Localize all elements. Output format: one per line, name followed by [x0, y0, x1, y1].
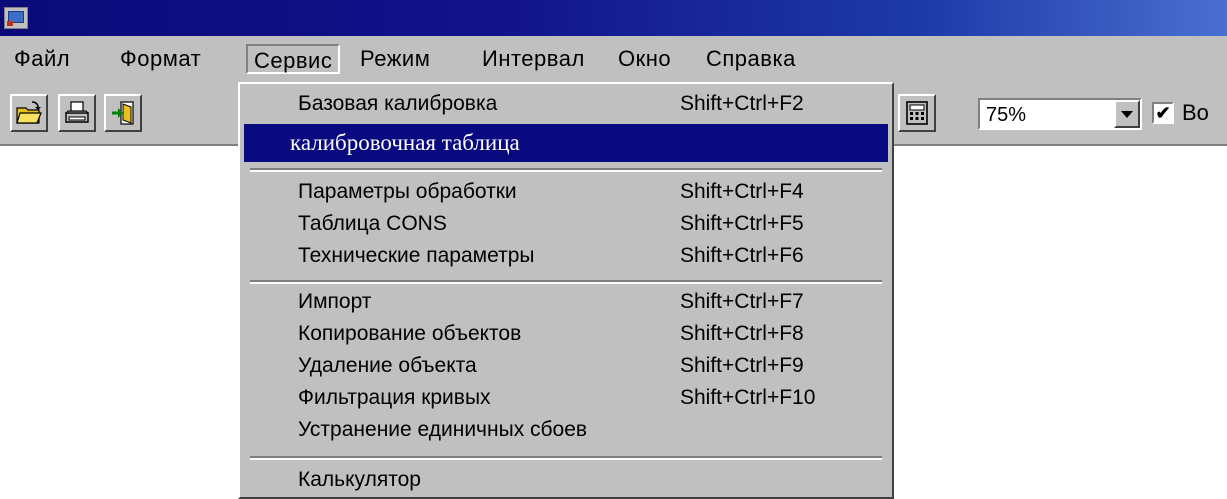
- menu-item-label: Удаление объекта: [298, 354, 477, 377]
- menu-item-processing-params[interactable]: Параметры обработки Shift+Ctrl+F4: [244, 176, 888, 208]
- zoom-select[interactable]: 75%: [978, 98, 1142, 130]
- menu-help[interactable]: Справка: [700, 44, 802, 74]
- menu-item-label: Таблица CONS: [298, 212, 447, 235]
- menu-separator: [250, 168, 882, 172]
- menu-interval[interactable]: Интервал: [476, 44, 591, 74]
- app-icon[interactable]: [4, 7, 28, 29]
- checkmark-icon: ✔: [1155, 103, 1171, 123]
- menu-separator: [250, 456, 882, 460]
- menu-item-label: калибровочная таблица: [290, 130, 520, 155]
- menu-item-shortcut: Shift+Ctrl+F8: [680, 322, 804, 345]
- exit-icon: [112, 101, 134, 125]
- menu-item-label: Параметры обработки: [298, 180, 517, 203]
- checkbox[interactable]: ✔: [1152, 102, 1174, 124]
- menu-item-technical-params[interactable]: Технические параметры Shift+Ctrl+F6: [244, 240, 888, 272]
- menu-item-shortcut: Shift+Ctrl+F10: [680, 386, 816, 409]
- menu-item-label: Базовая калибровка: [298, 92, 498, 115]
- menu-item-label: Фильтрация кривых: [298, 386, 491, 409]
- menu-item-label: Технические параметры: [298, 244, 535, 267]
- menu-bar: Файл Формат Сервис Режим Интервал Окно С…: [0, 36, 1227, 82]
- menu-item-shortcut: Shift+Ctrl+F2: [680, 92, 804, 115]
- menu-item-remove-single-failures[interactable]: Устранение единичных сбоев: [244, 414, 888, 446]
- menu-item-label: Копирование объектов: [298, 322, 522, 345]
- menu-mode[interactable]: Режим: [354, 44, 436, 74]
- print-icon: [64, 101, 90, 123]
- menu-service[interactable]: Сервис: [246, 44, 341, 74]
- zoom-value: 75%: [986, 104, 1027, 126]
- menu-item-shortcut: Shift+Ctrl+F9: [680, 354, 804, 377]
- print-button[interactable]: [58, 94, 96, 132]
- menu-item-copy-objects[interactable]: Копирование объектов Shift+Ctrl+F8: [244, 318, 888, 350]
- open-button[interactable]: [10, 94, 48, 132]
- open-folder-icon: [16, 101, 42, 124]
- calculator-button[interactable]: [898, 94, 936, 132]
- menu-item-label: Импорт: [298, 290, 372, 313]
- menu-item-shortcut: Shift+Ctrl+F4: [680, 180, 804, 203]
- menu-item-calibration-table[interactable]: калибровочная таблица: [244, 124, 888, 162]
- menu-item-shortcut: Shift+Ctrl+F5: [680, 212, 804, 235]
- menu-format[interactable]: Формат: [114, 44, 207, 74]
- menu-item-cons-table[interactable]: Таблица CONS Shift+Ctrl+F5: [244, 208, 888, 240]
- menu-item-delete-object[interactable]: Удаление объекта Shift+Ctrl+F9: [244, 350, 888, 382]
- menu-item-shortcut: Shift+Ctrl+F6: [680, 244, 804, 267]
- menu-window[interactable]: Окно: [612, 44, 677, 74]
- menu-item-label: Устранение единичных сбоев: [298, 418, 588, 441]
- chevron-down-icon[interactable]: [1114, 100, 1140, 128]
- checkbox-label: Bo: [1182, 100, 1209, 125]
- menu-item-curve-filtering[interactable]: Фильтрация кривых Shift+Ctrl+F10: [244, 382, 888, 414]
- menu-item-import[interactable]: Импорт Shift+Ctrl+F7: [244, 286, 888, 318]
- exit-button[interactable]: [104, 94, 142, 132]
- menu-item-shortcut: Shift+Ctrl+F7: [680, 290, 804, 313]
- menu-item-calculator[interactable]: Калькулятор: [244, 464, 888, 496]
- menu-file[interactable]: Файл: [8, 44, 76, 74]
- service-menu-dropdown: Базовая калибровка Shift+Ctrl+F2 калибро…: [238, 82, 894, 499]
- title-bar[interactable]: [0, 0, 1227, 36]
- calculator-icon: [906, 101, 928, 125]
- menu-item-base-calibration[interactable]: Базовая калибровка Shift+Ctrl+F2: [244, 88, 888, 120]
- menu-separator: [250, 280, 882, 284]
- menu-item-label: Калькулятор: [298, 468, 421, 491]
